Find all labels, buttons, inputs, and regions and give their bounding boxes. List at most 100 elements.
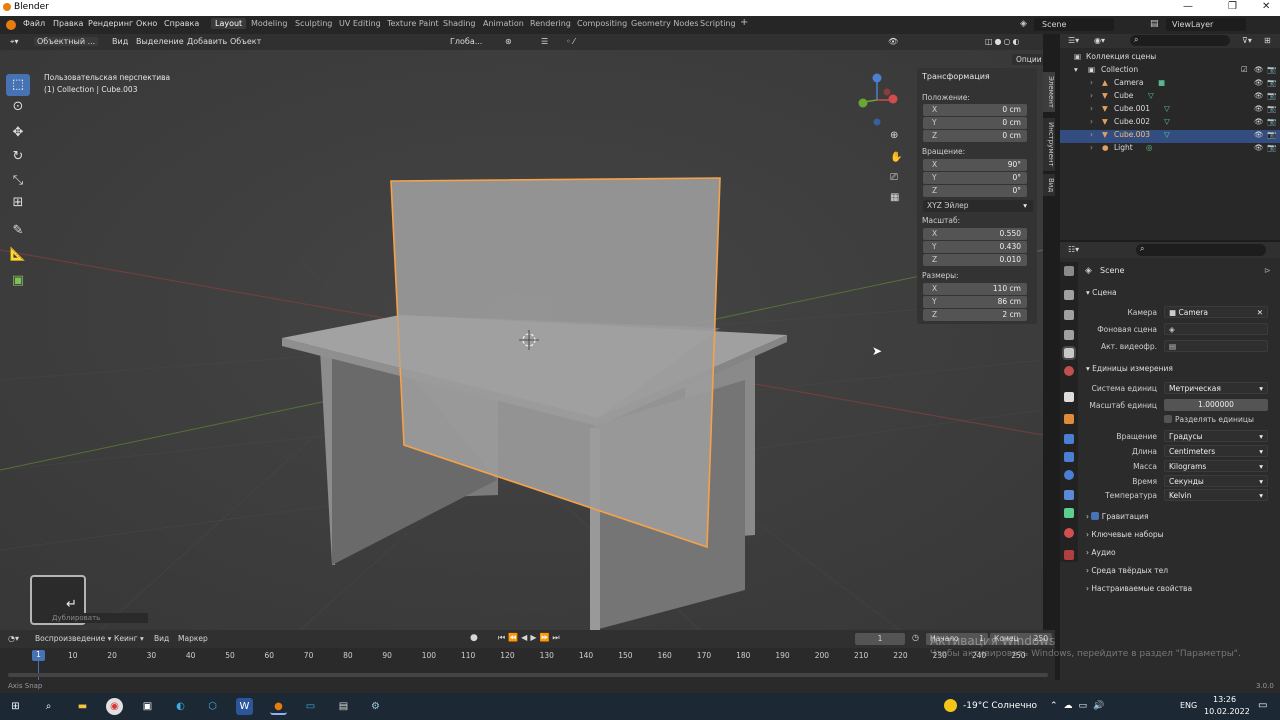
editor-type-icon[interactable]: ⌖▾ [10, 37, 19, 47]
preview-range-icon[interactable]: ◷ [912, 633, 919, 642]
rigid-body-section[interactable]: › Среда твёрдых тел [1086, 566, 1168, 575]
background-scene-field[interactable]: ◈ [1164, 323, 1268, 335]
tab-uv-editing[interactable]: UV Editing [339, 19, 381, 28]
current-frame-field[interactable]: 1 [855, 633, 905, 645]
scale-tool-icon[interactable]: ⤡ [6, 170, 30, 192]
transform-tool-icon[interactable]: ⊞ [6, 192, 30, 214]
minimize-button[interactable]: — [1183, 1, 1193, 12]
menu-window[interactable]: Окно [136, 19, 157, 28]
outliner-row-camera[interactable]: › ▲ Camera ■ 👁 📷 [1060, 78, 1280, 91]
scale-z-field[interactable]: Z 0.010 [923, 254, 1027, 266]
timeline-editor-icon[interactable]: ◔▾ [8, 634, 19, 643]
close-button[interactable]: ✕ [1262, 1, 1270, 12]
rotation-z-field[interactable]: Z 0° [923, 185, 1027, 197]
tab-animation[interactable]: Animation [483, 19, 524, 28]
outliner-row-light[interactable]: › ● Light ◎ 👁 📷 [1060, 143, 1280, 156]
tab-tool[interactable]: Инструмент [1043, 118, 1055, 171]
record-icon[interactable]: ● [470, 633, 478, 643]
properties-search-icon[interactable]: ⌕ [1136, 244, 1266, 256]
length-units-dropdown[interactable]: Centimeters ▾ [1164, 445, 1268, 457]
cursor-tool-icon[interactable]: ⊙ [6, 96, 30, 118]
playback-menu[interactable]: Воспроизведение ▾ [35, 634, 111, 643]
camera-render-icon[interactable]: 📷 [1267, 91, 1276, 100]
checkbox-icon[interactable]: ☑ [1241, 65, 1248, 74]
notifications-icon[interactable]: ▭ [1258, 700, 1267, 711]
3d-viewport[interactable]: Пользовательская перспектива (1) Collect… [0, 50, 1043, 630]
camera-render-icon[interactable]: 📷 [1267, 117, 1276, 126]
material-tab-icon[interactable] [1064, 528, 1074, 538]
notepad-icon[interactable]: ▤ [335, 698, 352, 715]
options-button[interactable]: Опции [1012, 54, 1043, 65]
menu-select[interactable]: Выделение [136, 37, 184, 46]
snap-options-icon[interactable]: ☰ [541, 37, 548, 46]
tab-item[interactable]: Элемент [1043, 72, 1055, 112]
chrome-icon[interactable]: ◉ [106, 698, 123, 715]
timeline-view-menu[interactable]: Вид [154, 634, 169, 643]
eye-icon[interactable]: 👁 [1254, 78, 1264, 87]
scene-selector[interactable]: Scene [1034, 18, 1114, 31]
rotation-y-field[interactable]: Y 0° [923, 172, 1027, 184]
tab-modeling[interactable]: Modeling [251, 19, 287, 28]
mode-selector[interactable]: Объектный ... [34, 37, 99, 46]
outliner-scene-collection[interactable]: ▣ Коллекция сцены [1060, 52, 1280, 65]
visibility-icon[interactable]: 👁 [888, 37, 898, 46]
pin-icon[interactable]: ⊳ [1264, 266, 1271, 275]
marker-menu[interactable]: Маркер [178, 634, 208, 643]
menu-view[interactable]: Вид [112, 37, 128, 46]
outliner-row-collection[interactable]: ▾ ▣ Collection ☑ 👁 📷 [1060, 65, 1280, 78]
edge-icon[interactable]: ◐ [172, 698, 189, 715]
tab-view[interactable]: Вид [1043, 174, 1055, 197]
tab-scripting[interactable]: Scripting [700, 19, 736, 28]
outliner-row-cube[interactable]: › ▼ Cube ▽ 👁 📷 [1060, 91, 1280, 104]
location-x-field[interactable]: X0 cm [923, 104, 1027, 116]
eye-icon[interactable]: 👁 [1254, 91, 1264, 100]
eye-icon[interactable]: 👁 [1254, 65, 1264, 74]
timeline-scrollbar[interactable] [8, 673, 1048, 677]
add-cube-tool-icon[interactable]: ▣ [6, 270, 30, 292]
media-icon[interactable]: ▭ [302, 698, 319, 715]
new-collection-icon[interactable]: ⊞ [1264, 36, 1271, 45]
measure-tool-icon[interactable]: 📐 [6, 244, 30, 266]
rotation-units-dropdown[interactable]: Градусы ▾ [1164, 430, 1268, 442]
maximize-button[interactable]: ❐ [1228, 1, 1237, 12]
object-tab-icon[interactable] [1064, 414, 1074, 424]
blender-menu-icon[interactable] [6, 20, 16, 30]
location-z-field[interactable]: Z0 cm [923, 130, 1027, 142]
menu-file[interactable]: Файл [23, 19, 45, 28]
tab-rendering[interactable]: Rendering [530, 19, 571, 28]
rotation-x-field[interactable]: X 90° [923, 159, 1027, 171]
outliner-row-cube001[interactable]: › ▼ Cube.001 ▽ 👁 📷 [1060, 104, 1280, 117]
select-tool-icon[interactable]: ⬚ [6, 74, 30, 96]
tab-compositing[interactable]: Compositing [577, 19, 627, 28]
mass-units-dropdown[interactable]: Kilograms ▾ [1164, 460, 1268, 472]
time-units-dropdown[interactable]: Секунды ▾ [1164, 475, 1268, 487]
menu-help[interactable]: Справка [164, 19, 199, 28]
annotate-tool-icon[interactable]: ✎ [6, 220, 30, 242]
outliner-search-icon[interactable]: ⌕ [1130, 35, 1230, 46]
tab-geometry-nodes[interactable]: Geometry Nodes [631, 19, 698, 28]
render-tab-icon[interactable] [1064, 290, 1074, 300]
zoom-icon[interactable]: ⊕ [890, 130, 898, 141]
transform-orientation[interactable]: Глоба... [450, 37, 482, 46]
file-explorer-icon[interactable]: ▬ [74, 698, 91, 715]
eye-icon[interactable]: 👁 [1254, 117, 1264, 126]
blender-taskbar-icon[interactable]: ● [270, 698, 287, 715]
custom-properties-section[interactable]: › Настраиваемые свойства [1086, 584, 1192, 593]
menu-object[interactable]: Объект [230, 37, 261, 46]
audio-section[interactable]: › Аудио [1086, 548, 1116, 557]
outliner-editor-icon[interactable]: ☰▾ [1068, 36, 1079, 45]
eye-icon[interactable]: 👁 [1254, 143, 1264, 152]
location-y-field[interactable]: Y0 cm [923, 117, 1027, 129]
unit-system-dropdown[interactable]: Метрическая ▾ [1164, 382, 1268, 394]
dimensions-x-field[interactable]: X 110 cm [923, 283, 1027, 295]
settings-app-icon[interactable]: ⚙ [367, 698, 384, 715]
camera-render-icon[interactable]: 📷 [1267, 104, 1276, 113]
units-section[interactable]: ▾ Единицы измерения [1086, 364, 1173, 373]
properties-editor-icon[interactable]: ☷▾ [1068, 245, 1079, 254]
menu-add[interactable]: Добавить [187, 37, 227, 46]
weather-text[interactable]: -19°C Солнечно [963, 701, 1037, 711]
rotation-mode-dropdown[interactable]: XYZ Эйлер ▾ [923, 200, 1033, 212]
camera-render-icon[interactable]: 📷 [1267, 65, 1276, 74]
keying-menu[interactable]: Кеинг ▾ [114, 634, 144, 643]
world-tab-icon[interactable] [1064, 366, 1074, 376]
